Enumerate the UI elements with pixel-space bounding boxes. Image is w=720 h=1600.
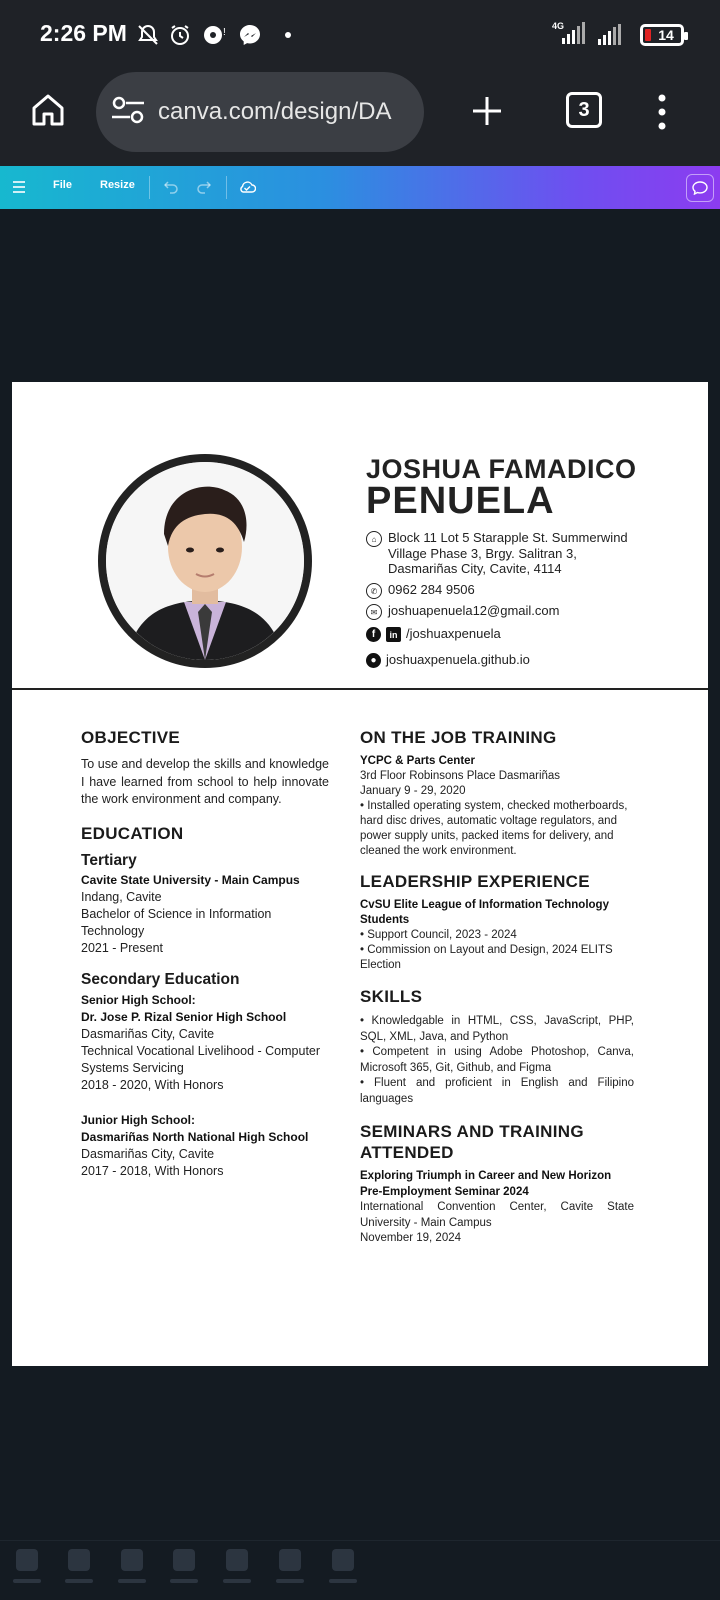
senior-high-years: 2018 - 2020, With Honors (81, 1077, 224, 1092)
address-text: Block 11 Lot 5 Starapple St. Summerwind … (388, 530, 628, 576)
objective-heading: OBJECTIVE (81, 728, 181, 747)
seminar-date: November 19, 2024 (360, 1232, 462, 1244)
senior-high-label: Senior High School: (81, 992, 196, 1007)
toolbar-divider (226, 176, 227, 199)
alarm-icon (168, 22, 192, 48)
comments-icon[interactable] (686, 174, 714, 202)
social-row: f in /joshuaxpenuela (366, 626, 501, 642)
app-notification-icon: ! (202, 22, 228, 48)
right-column: ON THE JOB TRAINING YCPC & Parts Center … (360, 728, 634, 1246)
tertiary-degree: Bachelor of Science in Information Techn… (81, 906, 272, 938)
junior-high-years: 2017 - 2018, With Honors (81, 1163, 224, 1178)
bottom-tool-button[interactable] (223, 1549, 251, 1585)
bottom-tool-button[interactable] (170, 1549, 198, 1585)
seminar-venue: International Convention Center, Cavite … (360, 1201, 634, 1229)
junior-high-school: Dasmariñas North National High School (81, 1129, 309, 1144)
clock: 2:26 PM (40, 20, 127, 46)
name-last-line: PENUELA (366, 480, 555, 522)
leadership-heading: LEADERSHIP EXPERIENCE (360, 872, 590, 891)
mute-notifications-icon (136, 22, 160, 48)
skills-item: • Competent in using Adobe Photoshop, Ca… (360, 1046, 634, 1074)
address-row: ⌂ Block 11 Lot 5 Starapple St. Summerwin… (366, 530, 648, 577)
profile-photo (98, 454, 312, 668)
bottom-tool-button[interactable] (65, 1549, 93, 1585)
more-options-icon[interactable] (656, 94, 668, 135)
new-tab-icon[interactable] (470, 94, 504, 133)
senior-high-school: Dr. Jose P. Rizal Senior High School (81, 1009, 287, 1024)
svg-text:4G: 4G (552, 21, 564, 31)
tertiary-school: Cavite State University - Main Campus (81, 872, 300, 887)
toolbar-divider (149, 176, 150, 199)
github-icon: ● (366, 653, 381, 668)
phone-row: ✆ 0962 284 9506 (366, 582, 475, 599)
bottom-tool-button[interactable] (276, 1549, 304, 1585)
phone-icon: ✆ (366, 583, 382, 599)
ojt-description: • Installed operating system, checked mo… (360, 800, 628, 857)
junior-high-location: Dasmariñas City, Cavite (81, 1146, 215, 1161)
phone-text: 0962 284 9506 (388, 582, 475, 597)
skills-heading: SKILLS (360, 987, 423, 1006)
tab-switcher-button[interactable]: 3 (566, 92, 602, 128)
ojt-company: YCPC & Parts Center (360, 755, 476, 767)
cloud-saved-icon[interactable] (238, 179, 257, 200)
header-divider (12, 688, 708, 690)
tertiary-years: 2021 - Present (81, 940, 163, 955)
address-bar[interactable]: canva.com/design/DA (96, 72, 424, 152)
tertiary-location: Indang, Cavite (81, 889, 162, 904)
website-text: joshuaxpenuela.github.io (386, 652, 530, 667)
bottom-tool-button[interactable] (13, 1549, 41, 1585)
linkedin-icon: in (386, 627, 401, 642)
ojt-heading: ON THE JOB TRAINING (360, 728, 557, 747)
social-handle-text: /joshuaxpenuela (406, 626, 501, 641)
email-icon: ✉ (366, 604, 382, 620)
messenger-icon (238, 22, 262, 48)
battery-level: 14 (658, 27, 674, 43)
resize-button[interactable]: Resize (100, 179, 135, 191)
email-row: ✉ joshuapenuela12@gmail.com (366, 603, 559, 620)
more-notifications-dot-icon (284, 22, 292, 48)
secondary-heading: Secondary Education (81, 970, 240, 988)
seminar-title: Exploring Triumph in Career and New Hori… (360, 1170, 612, 1198)
battery-icon: 14 (640, 24, 688, 46)
left-column: OBJECTIVE To use and develop the skills … (81, 728, 329, 1180)
browser-toolbar: canva.com/design/DA 3 (0, 68, 720, 166)
signal-icon (596, 22, 626, 48)
email-text: joshuapenuela12@gmail.com (388, 603, 560, 618)
file-menu-button[interactable]: File (53, 179, 72, 191)
bottom-toolbar (0, 1540, 720, 1600)
editor-toolbar: File Resize (0, 166, 720, 209)
senior-high-track: Technical Vocational Livelihood - Comput… (81, 1043, 321, 1075)
svg-text:!: ! (223, 27, 226, 38)
status-bar: 2:26 PM ! 4G 14 (0, 0, 720, 68)
design-page[interactable]: JOSHUA FAMADICO PENUELA ⌂ Block 11 Lot 5… (12, 382, 708, 1366)
skills-item: • Knowledgable in HTML, CSS, JavaScript,… (360, 1015, 634, 1043)
undo-icon[interactable] (163, 180, 179, 199)
skills-item: • Fluent and proficient in English and F… (360, 1077, 634, 1105)
signal-4g-icon: 4G (550, 20, 590, 46)
leadership-item: • Support Council, 2023 - 2024 (360, 929, 517, 941)
bottom-tool-button[interactable] (118, 1549, 146, 1585)
junior-high-label: Junior High School: (81, 1112, 195, 1127)
tertiary-heading: Tertiary (81, 851, 137, 869)
senior-high-location: Dasmariñas City, Cavite (81, 1026, 215, 1041)
redo-icon[interactable] (196, 180, 212, 199)
leadership-item: • Commission on Layout and Design, 2024 … (360, 944, 613, 971)
objective-text: To use and develop the skills and knowle… (81, 757, 329, 806)
menu-icon[interactable] (12, 180, 26, 199)
site-settings-icon[interactable] (110, 95, 146, 130)
home-icon[interactable] (28, 90, 68, 135)
seminars-heading: SEMINARS AND TRAINING ATTENDED (360, 1122, 584, 1162)
url-text[interactable]: canva.com/design/DA (158, 98, 391, 126)
bottom-tool-button[interactable] (329, 1549, 357, 1585)
website-row: ● joshuaxpenuela.github.io (366, 652, 530, 668)
facebook-icon: f (366, 627, 381, 642)
ojt-dates: January 9 - 29, 2020 (360, 785, 466, 797)
home-address-icon: ⌂ (366, 531, 382, 547)
leadership-org: CvSU Elite League of Information Technol… (360, 899, 609, 926)
ojt-address: 3rd Floor Robinsons Place Dasmariñas (360, 770, 561, 782)
education-heading: EDUCATION (81, 823, 184, 843)
